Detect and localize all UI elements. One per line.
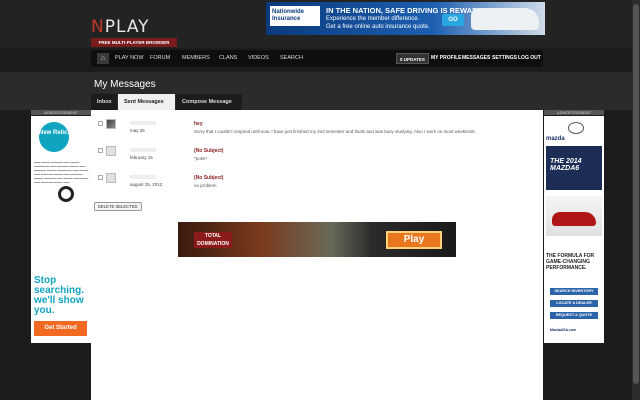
search-inventory-button[interactable]: SEARCH INVENTORY	[550, 288, 598, 295]
ad-tagline: THE FORMULA FOR GAME-CHANGING PERFORMANC…	[546, 253, 595, 271]
tab-compose-message[interactable]: Compose Message	[176, 94, 242, 110]
site-tagline: FREE MULTI-PLAYER BROWSER GAMES	[91, 38, 177, 54]
message-subject[interactable]: (No Subject)	[194, 148, 223, 154]
ad-label-left: ADVERTISEMENT	[31, 110, 91, 115]
ad-label-right: ADVERTISEMENT	[544, 110, 604, 115]
nav-search[interactable]: SEARCH	[280, 50, 303, 67]
game-banner-ad[interactable]: TOTAL DOMINATION Play	[178, 222, 456, 257]
ad-headline: IN THE NATION, SAFE DRIVING IS REWARDED	[326, 6, 494, 15]
get-started-button[interactable]: Get Started	[34, 321, 87, 336]
message-date: august 25, 2012	[130, 182, 163, 187]
sender-name-redacted	[130, 148, 156, 152]
ad-go-button[interactable]: GO	[442, 14, 464, 26]
sender-name-redacted	[130, 121, 156, 125]
nav-videos[interactable]: VIDEOS	[248, 50, 269, 67]
car-image	[471, 8, 539, 30]
mazda6-panel: THE 2014 MAZDA6	[546, 146, 602, 190]
delete-selected-button[interactable]: DELETE SELECTED	[94, 202, 142, 211]
new-relic-logo: New Relic.	[39, 122, 69, 152]
nav-play-now[interactable]: PLAY NOW	[115, 50, 144, 67]
top-banner-ad[interactable]: Nationwide Insurance IN THE NATION, SAFE…	[266, 2, 545, 35]
left-sidebar-ad[interactable]: New Relic. ▬▬ ▬▬▬ ▬▬▬▬ ▬▬ ▬▬▬ ▬▬▬▬▬ ▬▬ ▬…	[31, 116, 91, 343]
nav-members[interactable]: MEMBERS	[182, 50, 210, 67]
message-row[interactable]: may 25 hey Sorry that I couldn't respond…	[91, 116, 543, 142]
message-checkbox[interactable]	[98, 148, 103, 153]
nav-forum[interactable]: FORUM	[150, 50, 170, 67]
messages-panel: may 25 hey Sorry that I couldn't respond…	[91, 110, 543, 400]
message-row[interactable]: february 15 (No Subject) *poke*	[91, 143, 543, 169]
sender-name-redacted	[130, 175, 156, 179]
nav-clans[interactable]: CLANS	[219, 50, 237, 67]
nav-settings[interactable]: SETTINGS	[492, 50, 517, 67]
nav-log-out[interactable]: LOG OUT	[518, 50, 541, 67]
site-header: NPLAY FREE MULTI-PLAYER BROWSER GAMES Na…	[0, 0, 640, 54]
message-subject[interactable]: (No Subject)	[194, 175, 223, 181]
page-scrollbar[interactable]	[632, 0, 640, 400]
scrollbar-thumb[interactable]	[633, 4, 639, 384]
total-domination-logo: TOTAL DOMINATION	[194, 232, 232, 248]
ad-site-link[interactable]: MazdaUSA.com	[550, 328, 576, 332]
request-quote-button[interactable]: REQUEST A QUOTE	[550, 312, 598, 319]
ad-subtext-2: Get a free online auto insurance quote.	[326, 24, 430, 30]
magnifier-icon	[58, 186, 74, 202]
logo-first-letter: N	[91, 17, 105, 37]
mazda-logo-icon	[568, 122, 584, 134]
right-sidebar-ad[interactable]: mazda THE 2014 MAZDA6 THE FORMULA FOR GA…	[544, 116, 604, 343]
avatar[interactable]	[106, 173, 116, 183]
message-preview: no problem	[194, 183, 217, 188]
ad-code-graphic: ▬▬ ▬▬▬ ▬▬▬▬ ▬▬ ▬▬▬ ▬▬▬▬▬ ▬▬ ▬▬▬▬ ▬▬▬ ▬▬ …	[34, 160, 89, 184]
site-logo[interactable]: NPLAY	[91, 17, 150, 37]
message-subject[interactable]: hey	[194, 121, 203, 127]
page-title: My Messages	[94, 79, 156, 90]
message-preview: *poke*	[194, 156, 208, 161]
message-checkbox[interactable]	[98, 175, 103, 180]
avatar[interactable]	[106, 119, 116, 129]
message-date: february 15	[130, 155, 153, 160]
message-date: may 25	[130, 128, 145, 133]
logo-rest: PLAY	[104, 17, 150, 37]
main-nav: ⌂ PLAY NOW FORUM MEMBERS CLANS VIDEOS SE…	[91, 50, 543, 67]
play-button[interactable]: Play	[386, 231, 442, 249]
locate-dealer-button[interactable]: LOCATE A DEALER	[550, 300, 598, 307]
ad-headline: Stop searching. we'll show you.	[34, 275, 85, 316]
nav-messages[interactable]: MESSAGES	[462, 50, 490, 67]
tab-inbox[interactable]: Inbox	[91, 94, 117, 110]
nav-my-profile[interactable]: MY PROFILE	[431, 50, 461, 67]
avatar[interactable]	[106, 146, 116, 156]
updates-badge[interactable]: 0 UPDATES	[396, 53, 429, 64]
message-checkbox[interactable]	[98, 121, 103, 126]
message-preview: Sorry that I couldn't respond until now.…	[194, 129, 477, 134]
red-car-image	[546, 196, 602, 236]
tab-sent-messages[interactable]: Sent Messages	[118, 94, 175, 110]
mazda-wordmark: mazda	[546, 136, 565, 142]
ad-subtext: Experience the member difference.	[326, 16, 420, 22]
ad-brand: Nationwide Insurance	[270, 6, 320, 26]
message-row[interactable]: august 25, 2012 (No Subject) no problem	[91, 170, 543, 196]
home-icon[interactable]: ⌂	[97, 53, 109, 64]
